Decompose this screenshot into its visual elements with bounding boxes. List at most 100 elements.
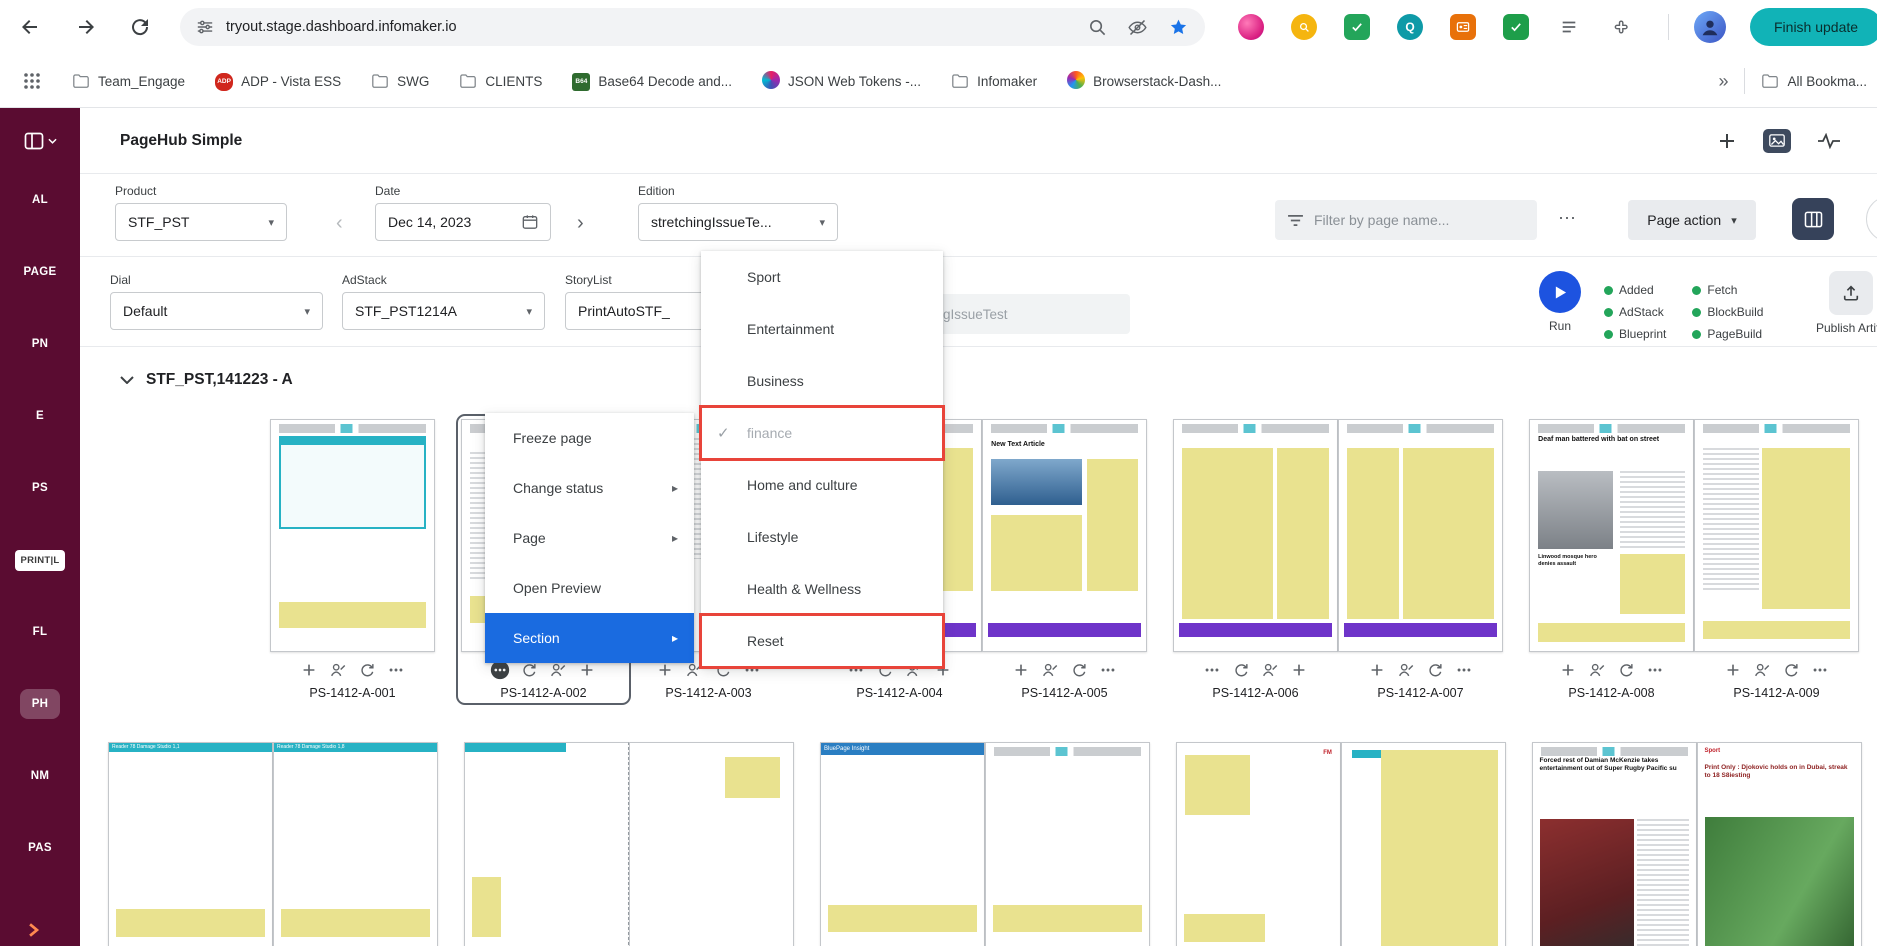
bookmark-adp-vista-ess[interactable]: ADPADP - Vista ESS (215, 71, 341, 91)
page-filter-input[interactable] (1314, 212, 1514, 228)
page-thumbnail[interactable] (1338, 419, 1503, 652)
context-menu-item-change-status[interactable]: Change status▸ (485, 463, 694, 513)
page-action-button[interactable]: Page action ▾ (1628, 200, 1756, 240)
page-card[interactable]: PS-1412-A-001 (270, 419, 435, 700)
sidebar-expand-icon[interactable] (26, 922, 41, 938)
add-page-icon[interactable] (299, 660, 319, 680)
dial-dropdown[interactable]: Default ▾ (110, 292, 323, 330)
section-menu-item-finance[interactable]: ✓finance (701, 407, 943, 459)
url-text[interactable]: tryout.stage.dashboard.infomaker.io (226, 19, 457, 35)
sidebar-item-print-l[interactable]: PRINT|L (0, 524, 80, 596)
search-lens-icon[interactable] (1088, 18, 1107, 37)
add-page-icon[interactable] (1289, 660, 1309, 680)
date-picker[interactable]: Dec 14, 2023 (375, 203, 551, 241)
context-menu-item-freeze-page[interactable]: Freeze page (485, 413, 694, 463)
address-bar[interactable]: tryout.stage.dashboard.infomaker.io (180, 8, 1205, 46)
context-menu-item-open-preview[interactable]: Open Preview (485, 563, 694, 613)
sidebar-item-pas[interactable]: PAS (0, 812, 80, 884)
section-menu-item-business[interactable]: Business (701, 355, 943, 407)
add-page-icon[interactable] (1558, 660, 1578, 680)
assign-user-icon[interactable] (1587, 660, 1607, 680)
password-hidden-icon[interactable] (1127, 17, 1148, 38)
section-menu-item-sport[interactable]: Sport (701, 251, 943, 303)
sync-icon[interactable] (1231, 660, 1251, 680)
extension-check2-icon[interactable] (1503, 14, 1529, 40)
page-card[interactable] (1341, 742, 1506, 946)
more-options-icon[interactable]: ⋯ (1558, 208, 1578, 229)
extension-id-icon[interactable] (1450, 14, 1476, 40)
page-thumbnail[interactable] (464, 742, 629, 946)
search-fab[interactable] (1866, 196, 1877, 242)
page-thumbnail[interactable] (985, 742, 1150, 946)
page-card[interactable]: Reader 78 Damage Studio 1,8 (273, 742, 438, 946)
bookmark-base64-decode-and[interactable]: B64Base64 Decode and... (572, 71, 732, 91)
extension-check-icon[interactable] (1344, 14, 1370, 40)
page-thumbnail[interactable] (1694, 419, 1859, 652)
bookmark-browserstack-dash[interactable]: Browserstack-Dash... (1067, 71, 1221, 92)
date-next-icon[interactable]: › (577, 212, 584, 235)
sidebar-item-page[interactable]: PAGE (0, 236, 80, 308)
back-icon[interactable] (18, 15, 42, 39)
sidebar-item-fl[interactable]: FL (0, 596, 80, 668)
page-thumbnail[interactable] (629, 742, 794, 946)
section-menu-item-health-wellness[interactable]: Health & Wellness (701, 563, 943, 615)
date-prev-icon[interactable]: ‹ (336, 212, 343, 235)
add-page-icon[interactable] (655, 660, 675, 680)
more-options-icon[interactable] (1098, 660, 1118, 680)
more-options-icon[interactable] (1202, 660, 1222, 680)
sync-icon[interactable] (519, 660, 539, 680)
more-options-icon[interactable] (1454, 660, 1474, 680)
add-icon[interactable] (1717, 131, 1737, 151)
page-card[interactable]: FM (1176, 742, 1341, 946)
page-card[interactable]: Deaf man battered with bat on streetLinw… (1529, 419, 1694, 700)
bookmark-star-icon[interactable] (1168, 17, 1189, 38)
open-menu-icon[interactable] (490, 660, 510, 680)
assign-user-icon[interactable] (1752, 660, 1772, 680)
bookmark-infomaker[interactable]: Infomaker (951, 72, 1037, 90)
page-thumbnail[interactable]: Reader 78 Damage Studio 1,8 (273, 742, 438, 946)
extension-q-icon[interactable]: Q (1397, 14, 1423, 40)
add-page-icon[interactable] (1723, 660, 1743, 680)
context-menu-item-section[interactable]: Section▸ (485, 613, 694, 663)
page-thumbnail[interactable]: Reader 78 Damage Studio 1,1 (108, 742, 273, 946)
more-options-icon[interactable] (386, 660, 406, 680)
sidebar-item-al[interactable]: AL (0, 164, 80, 236)
page-thumbnail[interactable]: New Text Article (982, 419, 1147, 652)
page-thumbnail[interactable]: Deaf man battered with bat on streetLinw… (1529, 419, 1694, 652)
site-settings-icon[interactable] (196, 18, 214, 36)
assign-user-icon[interactable] (1040, 660, 1060, 680)
all-bookmarks-folder[interactable]: All Bookma... (1761, 72, 1867, 90)
add-page-icon[interactable] (1011, 660, 1031, 680)
sidebar-item-e[interactable]: E (0, 380, 80, 452)
forward-icon[interactable] (74, 15, 98, 39)
bookmarks-overflow-icon[interactable]: » (1718, 71, 1728, 92)
assign-user-icon[interactable] (548, 660, 568, 680)
sidebar-logo[interactable] (0, 132, 80, 150)
page-card[interactable]: Reader 78 Damage Studio 1,1 (108, 742, 273, 946)
assign-user-icon[interactable] (1260, 660, 1280, 680)
publish-button[interactable] (1829, 271, 1873, 315)
section-menu-item-lifestyle[interactable]: Lifestyle (701, 511, 943, 563)
context-menu-item-page[interactable]: Page▸ (485, 513, 694, 563)
assign-user-icon[interactable] (1396, 660, 1416, 680)
page-card[interactable]: PS-1412-A-006 (1173, 419, 1338, 700)
page-card[interactable] (464, 742, 629, 946)
page-card[interactable]: Print Only : Djokovic holds on in Dubai,… (1697, 742, 1862, 946)
product-dropdown[interactable]: STF_PST ▾ (115, 203, 287, 241)
page-card[interactable]: Forced rest of Damian McKenzie takes ent… (1532, 742, 1697, 946)
layout-toggle-button[interactable] (1792, 198, 1834, 240)
page-thumbnail[interactable]: FM (1176, 742, 1341, 946)
page-thumbnail[interactable]: Print Only : Djokovic holds on in Dubai,… (1697, 742, 1862, 946)
section-menu-item-home-and-culture[interactable]: Home and culture (701, 459, 943, 511)
add-page-icon[interactable] (577, 660, 597, 680)
sync-icon[interactable] (1781, 660, 1801, 680)
extensions-puzzle-icon[interactable] (1609, 14, 1635, 40)
page-card[interactable]: PS-1412-A-009 (1694, 419, 1859, 700)
page-card[interactable] (629, 742, 794, 946)
page-thumbnail[interactable] (1341, 742, 1506, 946)
extension-list-icon[interactable] (1556, 14, 1582, 40)
edition-dropdown[interactable]: stretchingIssueTe... ▾ (638, 203, 838, 241)
bookmark-clients[interactable]: CLIENTS (459, 72, 542, 90)
section-menu-item-reset[interactable]: Reset (701, 615, 943, 667)
page-card[interactable]: New Text ArticlePS-1412-A-005 (982, 419, 1147, 700)
